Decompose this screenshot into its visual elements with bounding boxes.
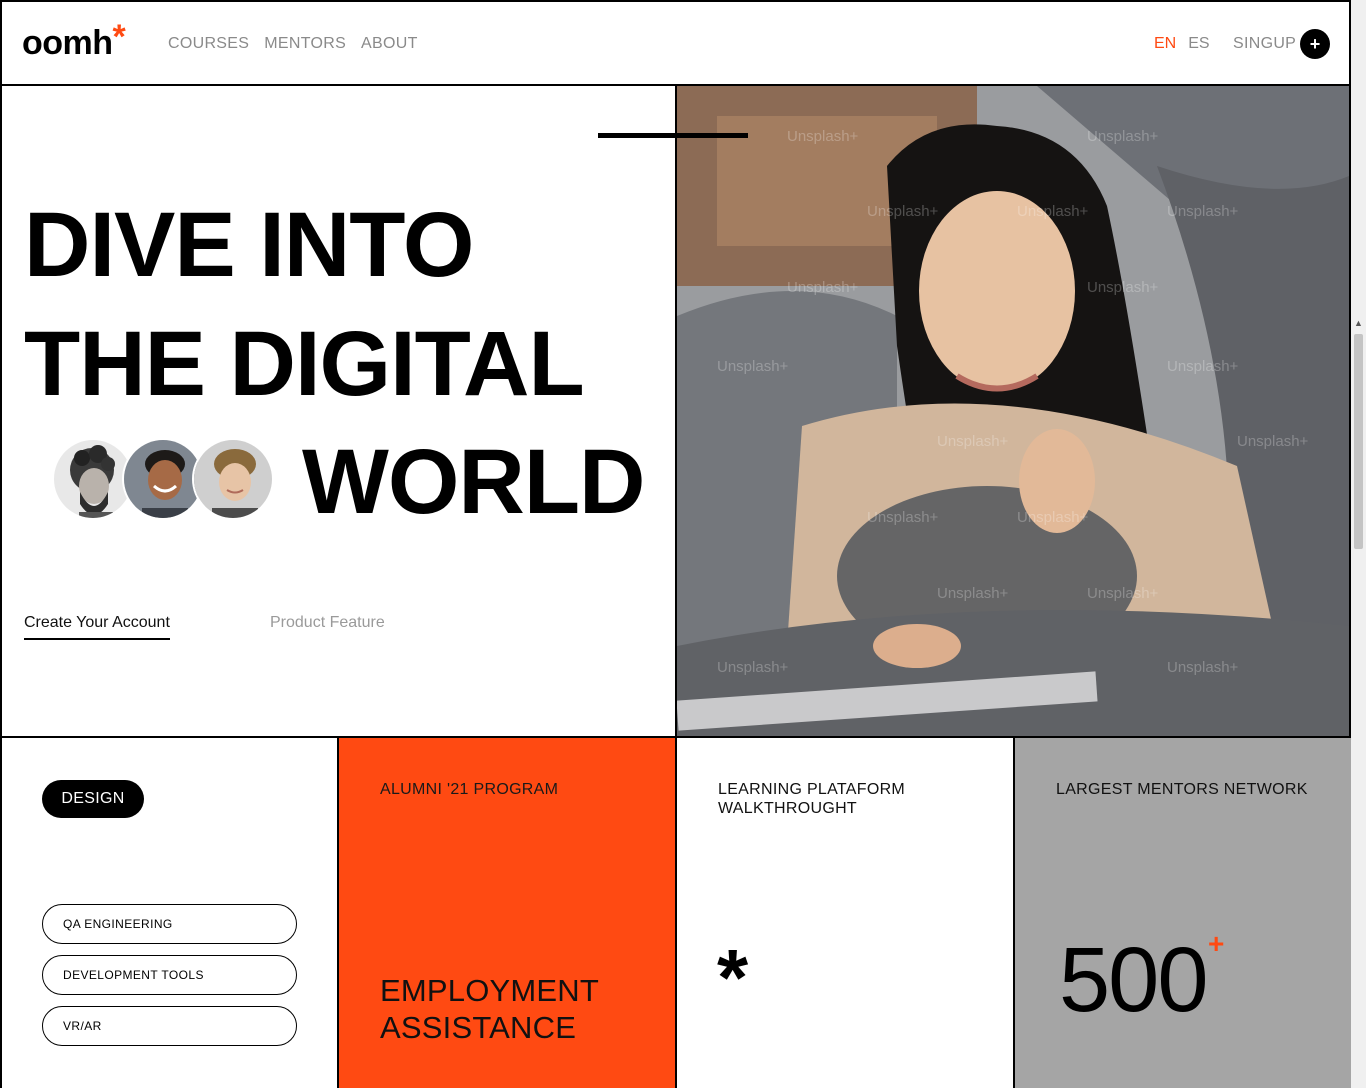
categories-card: DESIGN QA ENGINEERING DEVELOPMENT TOOLS …: [2, 738, 339, 1088]
headline-line-3: WORLD: [302, 431, 645, 533]
signup-plus-button[interactable]: +: [1300, 29, 1330, 59]
create-account-link[interactable]: Create Your Account: [24, 614, 170, 640]
page-frame: oomh* COURSES MENTORS ABOUT EN ES SINGUP…: [0, 0, 1351, 1088]
brand-logo[interactable]: oomh*: [22, 18, 126, 63]
headline-line-1: DIVE INTO: [24, 194, 474, 296]
svg-text:Unsplash+: Unsplash+: [937, 433, 1009, 450]
page-scrollbar[interactable]: ▲: [1351, 0, 1366, 1088]
design-tag[interactable]: DESIGN: [42, 780, 144, 818]
svg-text:Unsplash+: Unsplash+: [1167, 358, 1239, 375]
mentors-count: 500: [1059, 929, 1208, 1031]
svg-text:Unsplash+: Unsplash+: [787, 279, 859, 296]
hero-text-panel: DIVE INTO THE DIGITAL WORLD Create Your …: [2, 86, 677, 738]
nav-courses[interactable]: COURSES: [168, 35, 249, 53]
svg-text:Unsplash+: Unsplash+: [1087, 585, 1159, 602]
category-qa-engineering[interactable]: QA ENGINEERING: [42, 904, 297, 944]
signup-link[interactable]: SINGUP: [1233, 35, 1296, 53]
hero-photo: Unsplash+ Unsplash+ Unsplash+ Unsplash+ Uns…: [677, 86, 1349, 738]
nav-mentors[interactable]: MENTORS: [264, 35, 346, 53]
svg-text:Unsplash+: Unsplash+: [1017, 203, 1089, 220]
svg-text:Unsplash+: Unsplash+: [717, 659, 789, 676]
site-header: oomh* COURSES MENTORS ABOUT EN ES SINGUP…: [2, 2, 1349, 86]
mentors-plus-icon: +: [1208, 928, 1225, 959]
svg-text:Unsplash+: Unsplash+: [937, 585, 1009, 602]
scrollbar-thumb[interactable]: [1354, 334, 1363, 549]
category-vr-ar[interactable]: VR/AR: [42, 1006, 297, 1046]
mentors-network-card[interactable]: LARGEST MENTORS NETWORK 500 +: [1015, 738, 1351, 1088]
category-development-tools[interactable]: DEVELOPMENT TOOLS: [42, 955, 297, 995]
product-feature-link[interactable]: Product Feature: [270, 614, 385, 632]
svg-text:Unsplash+: Unsplash+: [1087, 128, 1159, 145]
svg-text:Unsplash+: Unsplash+: [1017, 509, 1089, 526]
headline-line-2: THE DIGITAL: [24, 313, 585, 415]
svg-text:Unsplash+: Unsplash+: [1237, 433, 1309, 450]
walkthrough-line-2: WALKTHROUGHT: [718, 800, 858, 817]
walkthrough-card[interactable]: LEARNING PLATAFORM WALKTHROUGHT *: [677, 738, 1015, 1088]
walkthrough-line-1: LEARNING PLATAFORM: [718, 781, 906, 798]
language-switcher: EN ES: [1154, 35, 1210, 53]
lang-en[interactable]: EN: [1154, 35, 1176, 53]
alumni-label: ALUMNI '21 PROGRAM: [380, 781, 559, 798]
lang-es[interactable]: ES: [1188, 35, 1209, 53]
mentors-label: LARGEST MENTORS NETWORK: [1056, 781, 1308, 798]
svg-text:Unsplash+: Unsplash+: [867, 203, 939, 220]
employment-assistance-title: EMPLOYMENT ASSISTANCE: [380, 972, 599, 1046]
svg-text:Unsplash+: Unsplash+: [1087, 279, 1159, 296]
girl-with-laptop-illustration: Unsplash+ Unsplash+ Unsplash+ Unsplash+ Uns…: [677, 86, 1349, 736]
headline-dash-divider: [598, 133, 748, 138]
employment-line-1: EMPLOYMENT: [380, 973, 600, 1008]
nav-about[interactable]: ABOUT: [361, 35, 418, 53]
logo-asterisk-icon: *: [112, 18, 126, 56]
svg-text:Unsplash+: Unsplash+: [1167, 659, 1239, 676]
main-nav: COURSES MENTORS ABOUT: [168, 35, 418, 53]
alumni-program-card[interactable]: ALUMNI '21 PROGRAM EMPLOYMENT ASSISTANCE: [339, 738, 677, 1088]
svg-text:Unsplash+: Unsplash+: [717, 358, 789, 375]
walkthrough-label: LEARNING PLATAFORM WALKTHROUGHT: [718, 780, 905, 818]
logo-text: oomh: [22, 24, 113, 62]
employment-line-2: ASSISTANCE: [380, 1010, 577, 1045]
svg-text:Unsplash+: Unsplash+: [1167, 203, 1239, 220]
mentor-avatar-3[interactable]: [192, 438, 274, 520]
asterisk-icon: *: [717, 933, 749, 1022]
scroll-up-arrow-icon[interactable]: ▲: [1351, 318, 1366, 332]
svg-text:Unsplash+: Unsplash+: [867, 509, 939, 526]
svg-text:Unsplash+: Unsplash+: [787, 128, 859, 145]
